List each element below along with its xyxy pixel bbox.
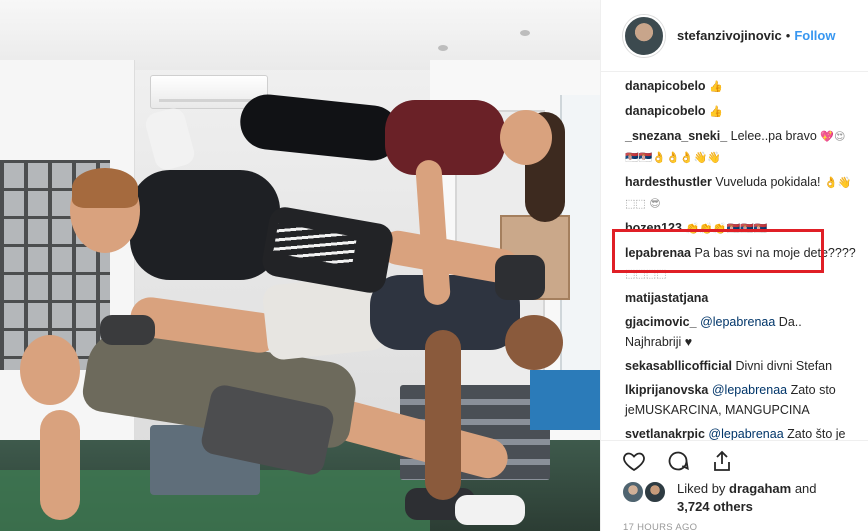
person-top-head [500,110,552,165]
sneaker [495,255,545,300]
blue-cabinet [530,370,600,430]
comment: _snezana_sneki_ Lelee..pa bravo 💖😍 🇷🇸🇷🇸👌… [625,126,859,168]
comment-text: Lelee..pa bravo [730,129,817,143]
comment: sekasabllicofficial Divni divni Stefan [625,356,859,376]
likes-summary: Liked by dragaham and 3,724 others [621,480,861,516]
follow-button[interactable]: Follow [794,28,835,43]
ceiling-light [438,45,448,51]
post-actions [601,440,868,480]
comment-highlight-box [612,229,824,273]
comment: matijastatjana [625,288,859,308]
avatar[interactable] [623,14,665,57]
person-arm [40,410,80,520]
comment-text: Divni divni Stefan [735,359,833,373]
comment-mention[interactable]: @lepabrenaa [708,427,783,440]
comment-text: Vuveluda pokidala! [715,175,821,189]
post-photo[interactable] [0,0,600,531]
comment: danapicobelo 👍 [625,76,859,97]
post-timestamp[interactable]: 17 HOURS AGO [623,522,697,531]
person-top-shirt [385,100,505,175]
person-bottom-head [20,335,80,405]
comment-username[interactable]: svetlanakrpic [625,427,705,440]
comment: svetlanakrpic @lepabrenaa Zato što je na… [625,424,859,440]
likes-prefix: Liked by [677,481,726,496]
comment: lkiprijanovska @lepabrenaa Zato sto jeMU… [625,380,859,420]
likes-count[interactable]: 3,724 others [677,499,753,514]
person-third-head [505,315,563,370]
heart-icon[interactable] [621,448,647,474]
comment-mention[interactable]: @lepabrenaa [700,315,775,329]
comment-emoji: 👍 [709,80,723,93]
avatar[interactable] [643,480,667,504]
comment-emoji: 👍 [709,105,723,118]
sneaker [143,105,197,173]
comment-username[interactable]: danapicobelo [625,79,706,93]
comment-icon[interactable] [665,448,691,474]
sneaker [100,315,155,345]
person-arm [425,330,461,500]
avatar[interactable] [621,480,645,504]
comment-username[interactable]: danapicobelo [625,104,706,118]
liker-username[interactable]: dragaham [729,481,791,496]
person-second-shirt [130,170,280,280]
comment-username[interactable]: sekasabllicofficial [625,359,732,373]
comment: danapicobelo 👍 [625,101,859,122]
comment: hardesthustler Vuveluda pokidala! 👌👋 ⬚⬚ … [625,172,859,214]
header-separator: • [785,28,791,43]
comment-username[interactable]: hardesthustler [625,175,712,189]
comment-mention[interactable]: @lepabrenaa [712,383,787,397]
share-icon[interactable] [709,448,735,474]
ceiling-light [520,30,530,36]
likes-text: Liked by dragaham and 3,724 others [677,480,817,516]
comment-username[interactable]: gjacimovic_ [625,315,697,329]
person-second-hair [72,168,138,208]
comment-username[interactable]: matijastatjana [625,291,708,305]
person-top-leggings [237,91,403,164]
comment-username[interactable]: lkiprijanovska [625,383,708,397]
post-author-username[interactable]: stefanzivojinovic [677,28,782,43]
liker-avatars[interactable] [621,480,671,504]
sneaker [455,495,525,525]
post-header: stefanzivojinovic • Follow [601,0,868,72]
comment-username[interactable]: _snezana_sneki_ [625,129,727,143]
likes-conjunction: and [794,481,817,496]
comment: gjacimovic_ @lepabrenaa Da.. Najhrabriji… [625,312,859,352]
